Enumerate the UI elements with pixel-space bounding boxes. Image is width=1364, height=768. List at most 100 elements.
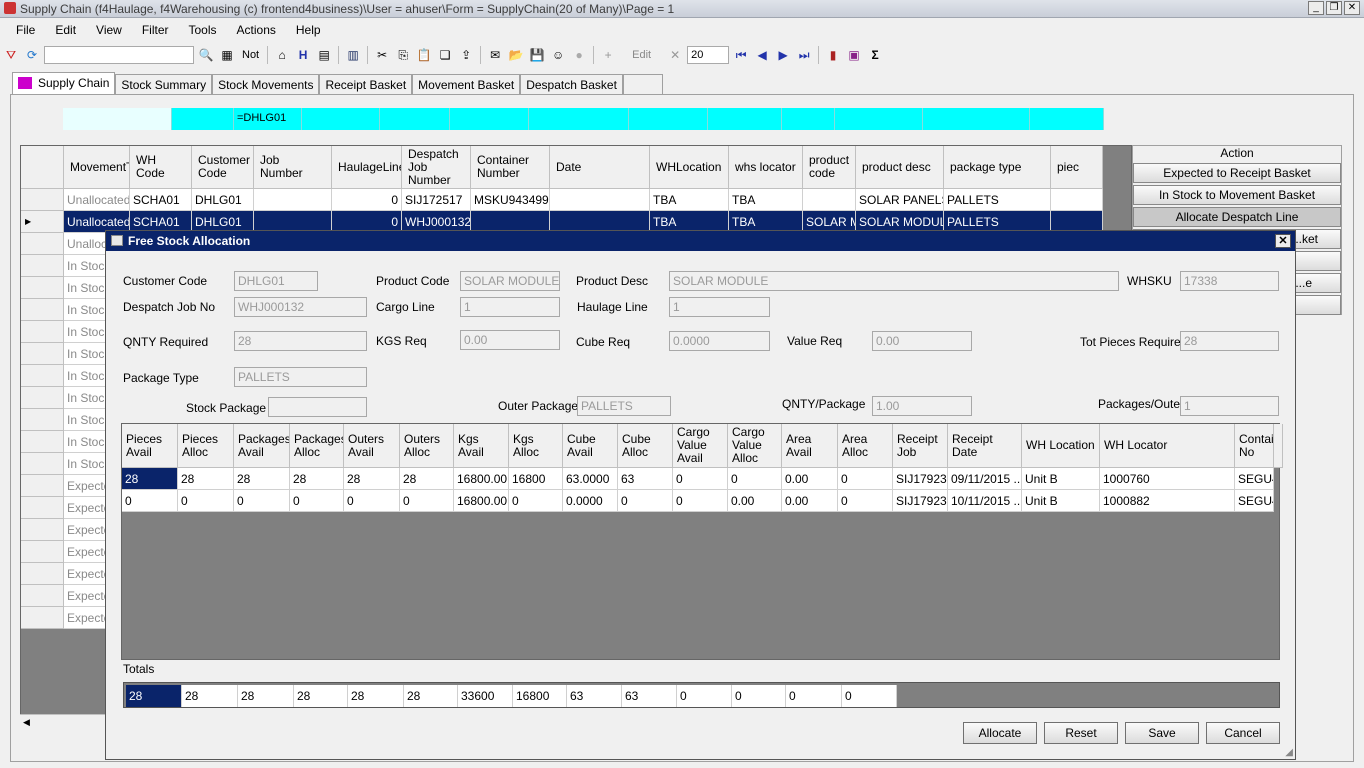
cell-haulage-line[interactable]: 0 — [332, 189, 402, 211]
stock-column-header[interactable]: Pieces Alloc — [178, 424, 234, 468]
stock-cell[interactable]: 28 — [344, 468, 400, 490]
row-selector[interactable] — [21, 277, 64, 299]
paste-icon[interactable]: 📋 — [415, 46, 433, 64]
cell-container-number[interactable]: MSKU9434997 — [471, 189, 550, 211]
expected-to-receipt-button[interactable]: Expected to Receipt Basket — [1133, 163, 1341, 183]
stock-cell[interactable]: SIJ179236 — [893, 490, 948, 512]
column-header-pieces[interactable]: piec — [1051, 146, 1103, 189]
search-icon[interactable]: 🔍 — [197, 46, 215, 64]
menu-help[interactable]: Help — [286, 23, 331, 37]
folder-icon[interactable]: 📂 — [507, 46, 525, 64]
stock-column-header[interactable]: WH Locator — [1100, 424, 1235, 468]
row-selector[interactable] — [21, 189, 64, 211]
row-selector[interactable] — [21, 431, 64, 453]
page-size-input[interactable] — [687, 46, 730, 64]
calendar-icon[interactable]: ▦ — [218, 46, 236, 64]
stock-cell[interactable]: 0 — [122, 490, 178, 512]
row-selector[interactable] — [21, 321, 64, 343]
row-selector[interactable] — [21, 541, 64, 563]
column-header-job-number[interactable]: Job Number — [254, 146, 332, 189]
next-page-icon[interactable]: ▶ — [774, 46, 792, 64]
cell-wh-location[interactable]: TBA — [650, 189, 729, 211]
stock-cell[interactable]: 1000760 — [1100, 468, 1235, 490]
cell-movement-type[interactable]: Unallocated Despa... — [64, 189, 130, 211]
tab-stock-movements[interactable]: Stock Movements — [212, 74, 320, 94]
column-header-customer-code[interactable]: Customer Code — [192, 146, 254, 189]
cell-wh-code[interactable]: SCHA01 — [130, 189, 192, 211]
stock-cell[interactable]: 28 — [122, 468, 178, 490]
stock-cell[interactable]: 28 — [290, 468, 344, 490]
edit-button[interactable]: Edit — [620, 49, 663, 61]
stock-cell[interactable]: 0 — [618, 490, 673, 512]
stock-cell[interactable]: 0.00 — [782, 468, 838, 490]
menu-edit[interactable]: Edit — [45, 23, 86, 37]
stock-column-header[interactable]: Packages Alloc — [290, 424, 344, 468]
stock-cell[interactable]: 63 — [618, 468, 673, 490]
report-icon[interactable]: ▣ — [845, 46, 863, 64]
save-button[interactable]: Save — [1125, 722, 1199, 744]
stock-cell[interactable]: 0 — [728, 468, 782, 490]
column-header-date[interactable]: Date — [550, 146, 650, 189]
filter-customer-code[interactable]: =DHLG01 — [234, 108, 302, 130]
stock-cell[interactable]: SEGU4071640 — [1235, 468, 1274, 490]
circle-icon[interactable]: ● — [570, 46, 588, 64]
tab-stock-summary[interactable]: Stock Summary — [115, 74, 213, 94]
stock-cell[interactable]: 0 — [673, 490, 728, 512]
stock-cell[interactable]: 0.00 — [728, 490, 782, 512]
stock-cell[interactable]: 16800.00 — [454, 468, 509, 490]
save-icon[interactable]: 💾 — [528, 46, 546, 64]
stock-cell[interactable]: 0.00 — [782, 490, 838, 512]
stock-cell[interactable]: 0.0000 — [563, 490, 618, 512]
stock-column-header[interactable]: Cube Alloc — [618, 424, 673, 468]
filter-wh-location[interactable] — [708, 108, 782, 130]
cancel-button[interactable]: Cancel — [1206, 722, 1280, 744]
column-header-wh-location[interactable]: WHLocation — [650, 146, 729, 189]
cell-whs-locator[interactable]: TBA — [729, 189, 803, 211]
filter-job-number[interactable] — [302, 108, 380, 130]
copy-icon[interactable]: ⎘ — [394, 46, 412, 64]
column-header-despatch-job-number[interactable]: Despatch Job Number — [402, 146, 471, 189]
stock-column-header[interactable]: Outers Alloc — [400, 424, 454, 468]
column-header-package-type[interactable]: package type — [944, 146, 1051, 189]
refresh-icon[interactable]: ⟳ — [23, 46, 41, 64]
dialog-close-button[interactable]: ✕ — [1275, 234, 1291, 248]
search-input[interactable] — [44, 46, 194, 64]
row-selector[interactable] — [21, 563, 64, 585]
cell-product-desc[interactable]: SOLAR PANELS — [856, 189, 944, 211]
close-window-button[interactable]: ✕ — [1344, 1, 1360, 15]
stock-cell[interactable]: 28 — [234, 468, 290, 490]
stock-cell[interactable]: 1000882 — [1100, 490, 1235, 512]
cell-pieces[interactable] — [1051, 189, 1103, 211]
tab-receipt-basket[interactable]: Receipt Basket — [319, 74, 413, 94]
tab-movement-basket[interactable]: Movement Basket — [412, 74, 521, 94]
menu-file[interactable]: File — [6, 23, 45, 37]
column-header-container-number[interactable]: Container Number — [471, 146, 550, 189]
filter-package-type[interactable] — [1030, 108, 1104, 130]
menu-actions[interactable]: Actions — [227, 23, 286, 37]
cell-job-number[interactable] — [254, 189, 332, 211]
cell-package-type[interactable]: PALLETS — [944, 189, 1051, 211]
stock-column-header[interactable]: Receipt Date — [948, 424, 1022, 468]
grid-icon[interactable]: ▥ — [344, 46, 362, 64]
row-selector[interactable] — [21, 233, 64, 255]
stock-column-header[interactable]: Cargo Value Alloc — [728, 424, 782, 468]
duplicate-icon[interactable]: ❏ — [436, 46, 454, 64]
cut-icon[interactable]: ✂ — [373, 46, 391, 64]
stock-column-header[interactable]: Cube Avail — [563, 424, 618, 468]
row-selector[interactable] — [21, 343, 64, 365]
resize-grip-icon[interactable]: ◢ — [1285, 747, 1293, 758]
column-header-movement-type[interactable]: MovementType — [64, 146, 130, 189]
stock-column-header[interactable]: WH Location — [1022, 424, 1100, 468]
row-selector[interactable] — [21, 607, 64, 629]
stock-column-header[interactable]: Pieces Avail — [122, 424, 178, 468]
in-stock-to-movement-button[interactable]: In Stock to Movement Basket — [1133, 185, 1341, 205]
cell-product-code[interactable] — [803, 189, 856, 211]
stock-cell[interactable]: 0 — [838, 468, 893, 490]
row-selector[interactable] — [21, 387, 64, 409]
stock-cell[interactable]: 0 — [838, 490, 893, 512]
filter-haulage-line[interactable] — [380, 108, 450, 130]
stock-cell[interactable]: 10/11/2015 ... — [948, 490, 1022, 512]
allocate-button[interactable]: Allocate — [963, 722, 1037, 744]
cell-date[interactable] — [550, 189, 650, 211]
filter-date[interactable] — [629, 108, 708, 130]
